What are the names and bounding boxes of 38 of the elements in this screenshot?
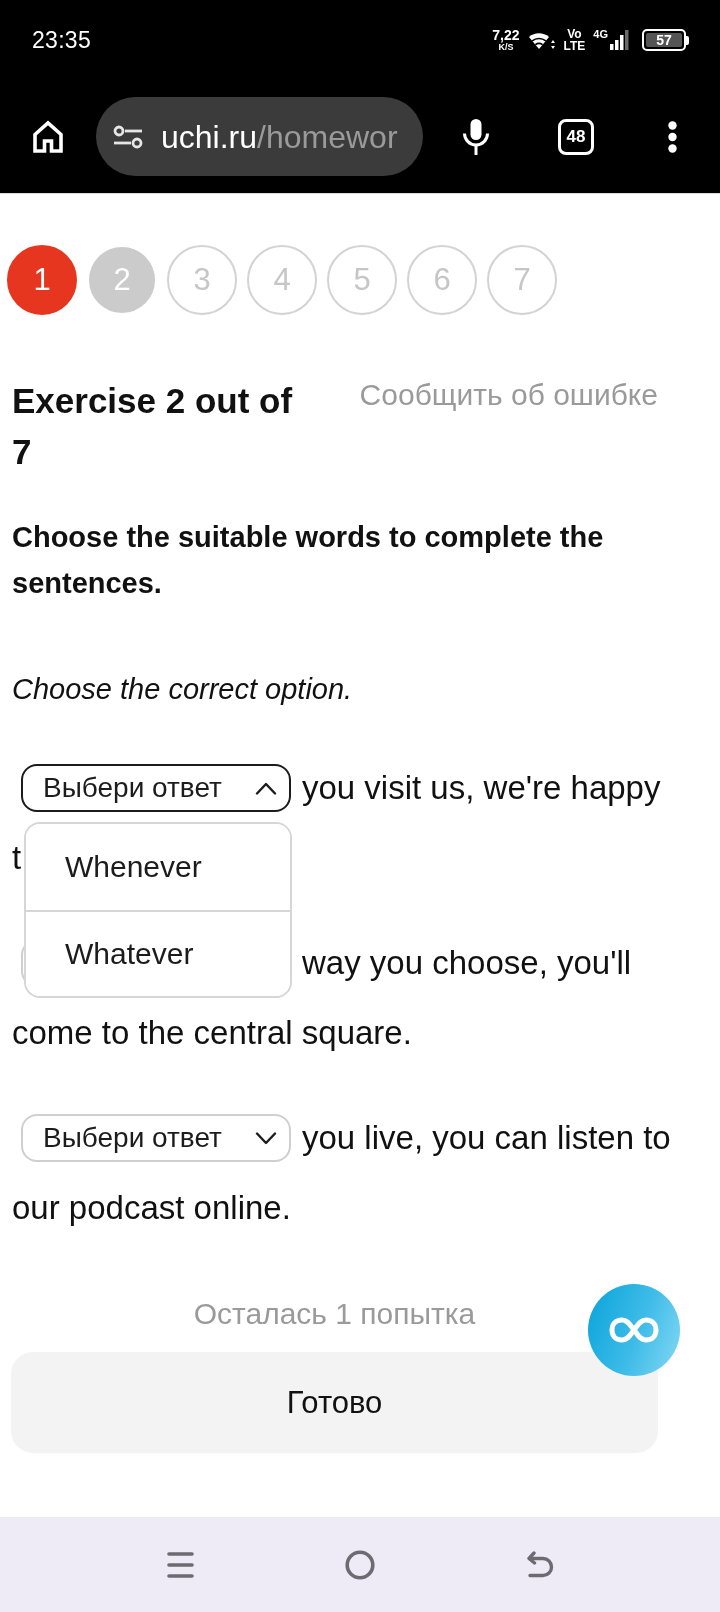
network-type-label: 4G (593, 28, 608, 40)
sentence-text: you visit us, we're happy (302, 769, 661, 807)
chevron-up-icon (255, 781, 277, 795)
report-error-link[interactable]: Сообщить об ошибке (359, 375, 658, 415)
home-icon[interactable] (32, 119, 64, 154)
volte-label: Vo (567, 28, 582, 40)
volte-label: LTE (563, 40, 586, 52)
status-time: 23:35 (32, 26, 92, 54)
tabs-button[interactable]: 48 (558, 118, 594, 155)
attempts-left-text: Осталась 1 попытка (193, 1296, 476, 1332)
battery-percent: 57 (656, 33, 672, 47)
sliders-icon[interactable] (113, 124, 143, 149)
infinity-icon (609, 1317, 659, 1343)
url-text: uchi.ru/homewor (161, 120, 398, 153)
answer-select[interactable]: Выбери ответ (21, 1114, 291, 1162)
sentence-text: come to the central square. (12, 1014, 412, 1052)
more-menu-icon[interactable] (668, 120, 677, 153)
menu-icon[interactable] (166, 1550, 194, 1579)
submit-button[interactable]: Готово (11, 1352, 658, 1453)
sentence-text: our podcast online. (12, 1189, 291, 1227)
network-speed-value: 7,22 (492, 28, 520, 42)
answer-select[interactable]: Выбери ответ (21, 764, 291, 812)
network-speed-unit: K/S (498, 43, 514, 52)
signal-icon (610, 30, 630, 50)
dropdown-option[interactable]: Whatever (26, 910, 290, 996)
circle-icon[interactable] (346, 1549, 374, 1580)
wifi-icon (527, 30, 556, 50)
sentence-text: t (12, 839, 22, 877)
step-button[interactable]: 1 (7, 245, 77, 315)
exercise-title: Exercise 2 out of 7 (12, 380, 294, 473)
sentence-text: you live, you can listen to (302, 1119, 671, 1157)
hint-text: Choose the correct option. (11, 672, 354, 707)
chevron-down-icon (255, 1131, 277, 1145)
sentence-text: way you choose, you'll (302, 944, 632, 982)
instruction-text: Choose the suitable words to complete the sentences. (11, 520, 605, 601)
back-arrow-icon[interactable] (526, 1550, 554, 1579)
address-bar[interactable]: uchi.ru/homewor (96, 97, 423, 176)
microphone-icon[interactable] (462, 117, 490, 156)
